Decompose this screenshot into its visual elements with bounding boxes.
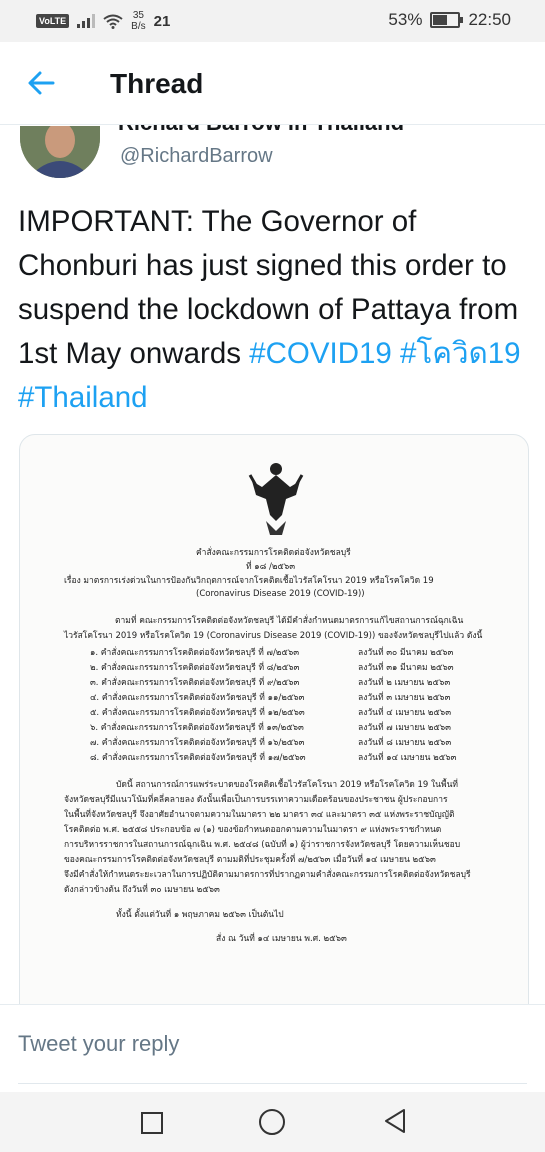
doc-body-line: จังหวัดชลบุรีมีแนวโน้มที่คลี่คลายลง ดังน… <box>64 795 448 805</box>
doc-order-left: ๖. คำสั่งคณะกรรมการโรคติดต่อจังหวัดชลบุร… <box>90 723 304 733</box>
doc-order-left: ๑. คำสั่งคณะกรรมการโรคติดต่อจังหวัดชลบุร… <box>90 648 300 658</box>
tweet-text: IMPORTANT: The Governor of Chonburi has … <box>18 200 528 420</box>
doc-heading: คำสั่งคณะกรรมการโรคติดต่อจังหวัดชลบุรี <box>196 548 351 558</box>
doc-body-line: การบริหารราชการในสถานการณ์ฉุกเฉิน พ.ศ. ๒… <box>64 840 461 850</box>
doc-order-left: ๗. คำสั่งคณะกรรมการโรคติดต่อจังหวัดชลบุร… <box>90 738 305 748</box>
doc-order-left: ๕. คำสั่งคณะกรรมการโรคติดต่อจังหวัดชลบุร… <box>90 708 305 718</box>
doc-order-right: ลงวันที่ ๔ เมษายน ๒๕๖๓ <box>358 708 452 718</box>
doc-order-right: ลงวันที่ ๓๐ มีนาคม ๒๕๖๓ <box>358 648 454 658</box>
doc-body-line: โรคติดต่อ พ.ศ. ๒๕๕๘ ประกอบข้อ ๗ (๑) ของข… <box>64 825 442 835</box>
hashtag-thailand[interactable]: #Thailand <box>18 381 148 414</box>
doc-order-right: ลงวันที่ ๓ เมษายน ๒๕๖๓ <box>358 693 451 703</box>
doc-number: ที่ ๑๘ /๒๕๖๓ <box>246 562 296 572</box>
battery-icon <box>430 12 464 28</box>
doc-order-right: ลงวันที่ ๓๑ มีนาคม ๒๕๖๓ <box>358 663 454 673</box>
doc-body-line: จึงมีคำสั่งให้กำหนดระยะเวลาในการปฏิบัติต… <box>64 870 471 880</box>
doc-order-left: ๘. คำสั่งคณะกรรมการโรคติดต่อจังหวัดชลบุร… <box>90 753 306 763</box>
recents-square-icon[interactable] <box>141 1112 163 1134</box>
avatar[interactable] <box>20 126 100 178</box>
doc-body-line: ในพื้นที่จังหวัดชลบุรี จึงอาศัยอำนาจตามค… <box>64 810 455 820</box>
volte-badge: VoLTE <box>36 14 70 28</box>
doc-signed-date: สั่ง ณ วันที่ ๑๔ เมษายน พ.ศ. ๒๕๖๓ <box>216 934 347 944</box>
doc-order-right: ลงวันที่ ๑๔ เมษายน ๒๕๖๓ <box>358 753 457 763</box>
reply-input[interactable]: Tweet your reply <box>18 1031 179 1057</box>
app-bar: Thread <box>0 42 545 125</box>
signal-icon <box>77 14 96 28</box>
attached-image[interactable]: คำสั่งคณะกรรมการโรคติดต่อจังหวัดชลบุรี ท… <box>19 434 529 1004</box>
doc-body-line: บัดนี้ สถานการณ์การแพร่ระบาดของโรคติดเชื… <box>116 780 459 790</box>
network-speed-unit: B/s <box>131 21 146 32</box>
notification-count: 21 <box>153 12 171 30</box>
system-nav-bar <box>0 1092 545 1152</box>
doc-intro-1: ตามที่ คณะกรรมการโรคติดต่อจังหวัดชลบุรี … <box>115 616 464 626</box>
doc-order-right: ลงวันที่ ๗ เมษายน ๒๕๖๓ <box>358 723 451 733</box>
doc-intro-2: ไวรัสโคโรนา 2019 หรือโรคโควิด 19 (Corona… <box>64 631 483 641</box>
page-title: Thread <box>110 68 204 99</box>
network-speed-value: 35 <box>132 10 144 21</box>
hashtag-covid19[interactable]: #COVID19 <box>249 337 392 370</box>
doc-effective-date: ทั้งนี้ ตั้งแต่วันที่ ๑ พฤษภาคม ๒๕๖๓ เป็… <box>116 910 284 920</box>
doc-order-left: ๒. คำสั่งคณะกรรมการโรคติดต่อจังหวัดชลบุร… <box>90 663 300 673</box>
doc-subject-en: (Coronavirus Disease 2019 (COVID-19)) <box>196 589 365 599</box>
doc-body-line: ของคณะกรรมการโรคติดต่อจังหวัดชลบุรี ตามม… <box>64 855 436 865</box>
wifi-icon <box>103 14 123 29</box>
thread-content[interactable]: Richard Barrow in Thailand @RichardBarro… <box>0 124 545 1004</box>
back-arrow-icon[interactable] <box>26 68 56 98</box>
author-handle[interactable]: @RichardBarrow <box>120 145 273 168</box>
back-triangle-icon[interactable] <box>383 1108 407 1134</box>
author-name[interactable]: Richard Barrow in Thailand <box>118 124 404 136</box>
reply-underline <box>18 1083 527 1084</box>
doc-order-right: ลงวันที่ ๒ เมษายน ๒๕๖๓ <box>358 678 451 688</box>
doc-order-left: ๔. คำสั่งคณะกรรมการโรคติดต่อจังหวัดชลบุร… <box>90 693 305 703</box>
network-speed: 35 B/s <box>131 10 145 32</box>
doc-order-left: ๓. คำสั่งคณะกรรมการโรคติดต่อจังหวัดชลบุร… <box>90 678 300 688</box>
battery-percent: 53% <box>388 10 423 29</box>
clock: 22:50 <box>468 10 511 29</box>
status-right: 53% 22:50 <box>388 10 511 30</box>
status-bar: VoLTE 35 B/s 21 53% 22:50 <box>0 0 545 42</box>
doc-body-line: ดังกล่าวข้างต้น ถึงวันที่ ๓๐ เมษายน ๒๕๖๓ <box>64 885 220 895</box>
doc-order-right: ลงวันที่ ๘ เมษายน ๒๕๖๓ <box>358 738 452 748</box>
status-left: VoLTE 35 B/s 21 <box>36 10 170 32</box>
garuda-emblem-icon <box>248 463 304 535</box>
home-circle-icon[interactable] <box>259 1109 285 1135</box>
reply-bar: Tweet your reply <box>0 1004 545 1089</box>
doc-subject: เรื่อง มาตรการเร่งด่วนในการป้องกันวิกฤตก… <box>64 576 434 586</box>
battery-level <box>433 15 448 25</box>
avatar-photo <box>20 126 100 178</box>
hashtag-covid19-thai[interactable]: #โควิด19 <box>400 337 521 370</box>
